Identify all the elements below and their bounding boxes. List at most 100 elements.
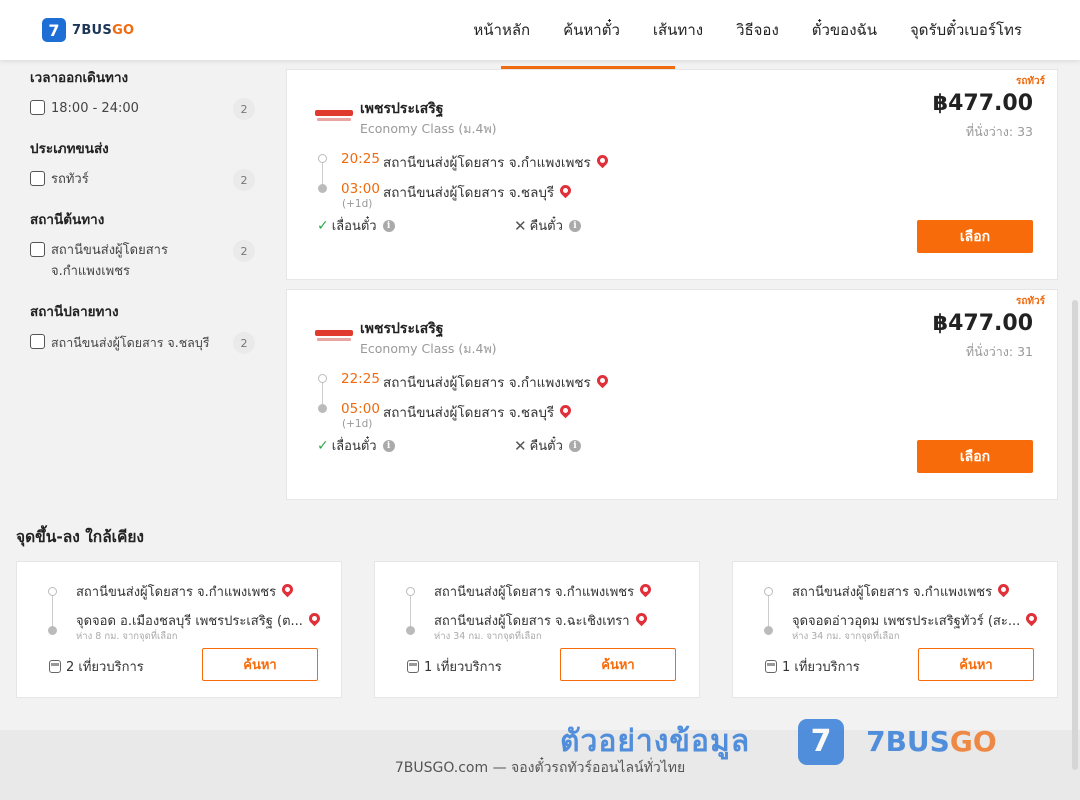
bus-icon <box>49 660 61 673</box>
arrive-stop: สถานีขนส่งผู้โดยสาร จ.ชลบุรี <box>383 181 574 203</box>
reschedule-label: เลื่อนตั๋ว <box>331 219 377 234</box>
nav-search-tickets[interactable]: ค้นหาตั๋ว <box>563 18 620 42</box>
filter-count-badge: 2 <box>233 98 255 120</box>
logo-text-main: 7BUS <box>72 22 113 38</box>
nearby-search-button[interactable]: ค้นหา <box>202 648 318 681</box>
filter-title: เวลาออกเดินทาง <box>30 70 129 86</box>
nearby-distance: ห่าง 34 กม. จากจุดที่เลือก <box>434 631 542 642</box>
nearby-trips-label: 1 เที่ยวบริการ <box>782 660 860 675</box>
operator-logo <box>315 110 353 122</box>
checkbox[interactable] <box>30 171 45 186</box>
info-icon[interactable]: i <box>382 219 395 232</box>
reschedule-policy: ✓ เลื่อนตั๋ว i <box>317 215 395 236</box>
filter-sidebar: เวลาออกเดินทาง 18:00 - 24:00 2 ประเภทขนส… <box>30 66 260 371</box>
origin-dot-icon <box>48 587 57 596</box>
main-nav: หน้าหลัก ค้นหาตั๋ว เส้นทาง วิธีจอง ตั๋วข… <box>473 0 1022 60</box>
arrive-time: 05:00 <box>341 401 380 417</box>
map-pin-icon[interactable] <box>995 581 1012 598</box>
info-icon[interactable]: i <box>568 439 581 452</box>
nearby-search-button[interactable]: ค้นหา <box>560 648 676 681</box>
map-pin-icon[interactable] <box>306 610 323 627</box>
nearby-search-button[interactable]: ค้นหา <box>918 648 1034 681</box>
depart-time: 20:25 <box>341 151 380 167</box>
x-icon: ✕ <box>514 216 527 235</box>
nearby-from: สถานีขนส่งผู้โดยสาร จ.กำแพงเพชร <box>434 581 654 602</box>
nav-home[interactable]: หน้าหลัก <box>473 18 530 42</box>
depart-stop: สถานีขนส่งผู้โดยสาร จ.กำแพงเพชร <box>383 371 611 393</box>
depart-stop-label: สถานีขนส่งผู้โดยสาร จ.กำแพงเพชร <box>383 375 591 391</box>
map-pin-icon[interactable] <box>279 581 296 598</box>
trip-card: รถทัวร์ เพชรประเสริฐ Economy Class (ม.4พ… <box>286 69 1058 280</box>
check-icon: ✓ <box>317 437 329 454</box>
transport-type-badge: รถทัวร์ <box>1015 296 1045 307</box>
depart-stop-label: สถานีขนส่งผู้โดยสาร จ.กำแพงเพชร <box>383 155 591 171</box>
trip-price: ฿477.00 <box>932 91 1033 116</box>
filter-option[interactable]: สถานีขนส่งผู้โดยสาร จ.กำแพงเพชร 2 <box>30 240 260 282</box>
nav-routes[interactable]: เส้นทาง <box>653 18 703 42</box>
arrive-stop-label: สถานีขนส่งผู้โดยสาร จ.ชลบุรี <box>383 185 555 201</box>
filter-destination-station: สถานีปลายทาง สถานีขนส่งผู้โดยสาร จ.ชลบุร… <box>30 300 260 354</box>
filter-option[interactable]: รถทัวร์ 2 <box>30 169 260 191</box>
nearby-to-label: จุดจอดอ่าวอุดม เพชรประเสริฐทัวร์ (สะ... <box>792 614 1021 629</box>
checkbox[interactable] <box>30 334 45 349</box>
arrive-time: 03:00 <box>341 181 380 197</box>
depart-time: 22:25 <box>341 371 380 387</box>
map-pin-icon[interactable] <box>594 372 611 389</box>
filter-transport-type: ประเภทขนส่ง รถทัวร์ 2 <box>30 137 260 191</box>
filter-option[interactable]: 18:00 - 24:00 2 <box>30 98 260 120</box>
nav-how-to-book[interactable]: วิธีจอง <box>736 18 779 42</box>
nav-ticket-points-phone[interactable]: จุดรับตั๋วเบอร์โทร <box>910 18 1022 42</box>
origin-dot-icon <box>318 154 327 163</box>
route-connector <box>768 592 769 630</box>
origin-dot-icon <box>406 587 415 596</box>
nav-my-tickets[interactable]: ตั๋วของฉัน <box>812 18 877 42</box>
destination-dot-icon <box>764 626 773 635</box>
next-day-indicator: (+1d) <box>342 418 373 430</box>
map-pin-icon[interactable] <box>594 152 611 169</box>
map-pin-icon[interactable] <box>557 402 574 419</box>
nearby-to-label: สถานีขนส่งผู้โดยสาร จ.ฉะเชิงเทรา <box>434 614 630 629</box>
filter-option-label: รถทัวร์ <box>51 172 89 187</box>
nearby-from: สถานีขนส่งผู้โดยสาร จ.กำแพงเพชร <box>76 581 296 602</box>
info-icon[interactable]: i <box>382 439 395 452</box>
bus-icon <box>407 660 419 673</box>
nearby-distance: ห่าง 34 กม. จากจุดที่เลือก <box>792 631 900 642</box>
arrive-stop: สถานีขนส่งผู้โดยสาร จ.ชลบุรี <box>383 401 574 423</box>
nearby-from: สถานีขนส่งผู้โดยสาร จ.กำแพงเพชร <box>792 581 1012 602</box>
filter-count-badge: 2 <box>233 332 255 354</box>
filter-option-label: สถานีขนส่งผู้โดยสาร จ.ชลบุรี <box>51 335 210 350</box>
nearby-trips-label: 2 เที่ยวบริการ <box>66 660 144 675</box>
route-connector <box>52 592 53 630</box>
reschedule-policy: ✓ เลื่อนตั๋ว i <box>317 435 395 456</box>
checkbox[interactable] <box>30 242 45 257</box>
transport-type-badge: รถทัวร์ <box>1015 76 1045 87</box>
map-pin-icon[interactable] <box>1023 610 1040 627</box>
checkbox[interactable] <box>30 100 45 115</box>
nearby-to: สถานีขนส่งผู้โดยสาร จ.ฉะเชิงเทรา <box>434 610 649 631</box>
map-pin-icon[interactable] <box>637 581 654 598</box>
logo-wordmark: 7BUSGO <box>72 23 134 38</box>
filter-option[interactable]: สถานีขนส่งผู้โดยสาร จ.ชลบุรี 2 <box>30 332 260 354</box>
filter-title: สถานีปลายทาง <box>30 304 119 320</box>
destination-dot-icon <box>406 626 415 635</box>
depart-stop: สถานีขนส่งผู้โดยสาร จ.กำแพงเพชร <box>383 151 611 173</box>
map-pin-icon[interactable] <box>633 610 649 627</box>
logo-text-go: GO <box>112 22 135 38</box>
nearby-to: จุดจอด อ.เมืองชลบุรี เพชรประเสริฐ (ต... <box>76 610 323 631</box>
map-pin-icon[interactable] <box>557 182 574 199</box>
refund-policy: ✕ คืนตั๋ว i <box>514 435 581 456</box>
trip-price: ฿477.00 <box>932 311 1033 336</box>
nearby-from-label: สถานีขนส่งผู้โดยสาร จ.กำแพงเพชร <box>76 585 277 600</box>
arrive-stop-label: สถานีขนส่งผู้โดยสาร จ.ชลบุรี <box>383 405 555 421</box>
select-trip-button[interactable]: เลือก <box>917 440 1033 473</box>
filter-count-badge: 2 <box>233 169 255 191</box>
origin-dot-icon <box>318 374 327 383</box>
info-icon[interactable]: i <box>568 219 581 232</box>
page-scrollbar[interactable] <box>1072 300 1078 770</box>
nearby-card: สถานีขนส่งผู้โดยสาร จ.กำแพงเพชร จุดจอด อ… <box>16 561 342 698</box>
filter-origin-station: สถานีต้นทาง สถานีขนส่งผู้โดยสาร จ.กำแพงเ… <box>30 208 260 282</box>
select-trip-button[interactable]: เลือก <box>917 220 1033 253</box>
top-header: 7 7BUSGO หน้าหลัก ค้นหาตั๋ว เส้นทาง วิธี… <box>0 0 1080 60</box>
bus-class: Economy Class (ม.4พ) <box>360 341 497 356</box>
site-logo[interactable]: 7 7BUSGO <box>42 18 134 42</box>
